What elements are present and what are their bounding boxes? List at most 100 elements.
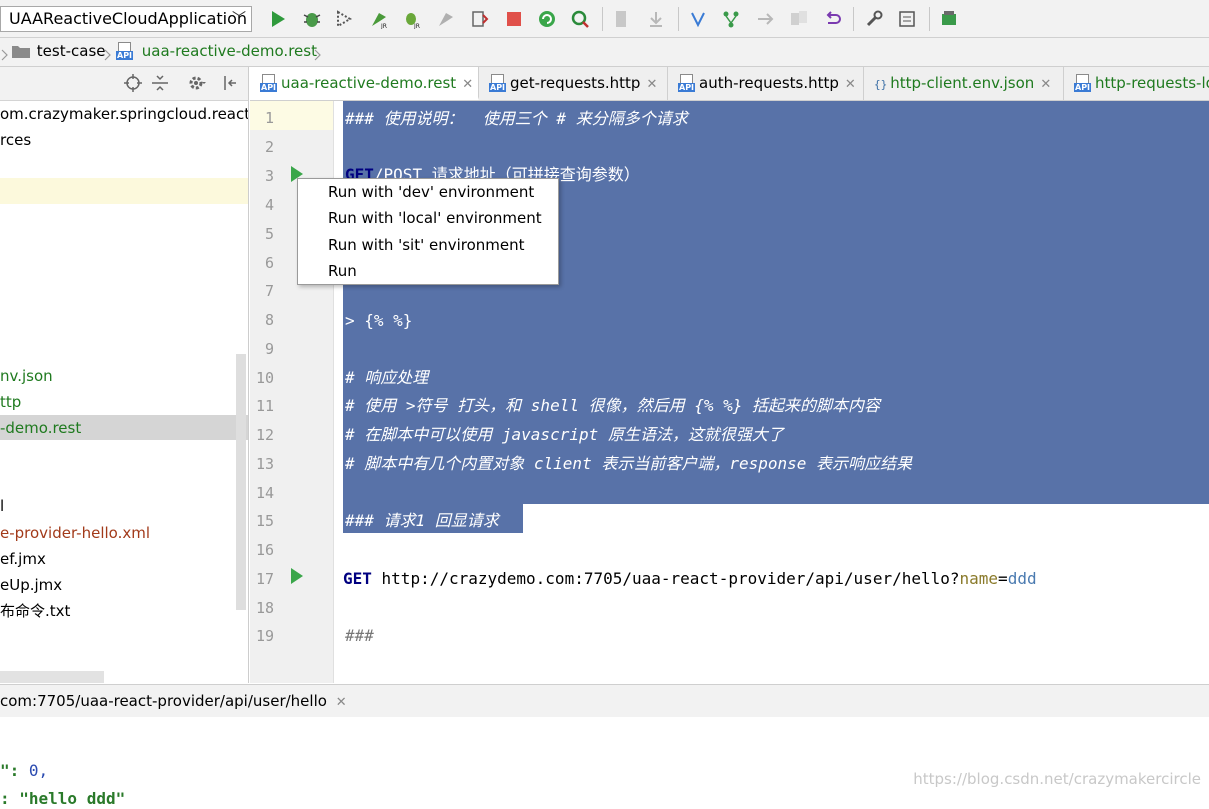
- tree-item-selected[interactable]: -demo.rest: [0, 415, 248, 441]
- revert-icon[interactable]: [822, 9, 842, 29]
- find-icon[interactable]: [570, 9, 590, 29]
- menu-item-run-dev[interactable]: Run with 'dev' environment: [328, 183, 534, 201]
- tree-item-label: e-provider-hello.xml: [0, 524, 150, 542]
- coverage-icon[interactable]: [334, 9, 354, 29]
- tree-item-label: l: [0, 497, 5, 515]
- run-icon[interactable]: [268, 9, 288, 29]
- vcs-push-icon[interactable]: [688, 9, 708, 29]
- tree-item[interactable]: eUp.jmx: [0, 572, 248, 598]
- chevron-right-icon: [103, 47, 113, 65]
- line-number: 7: [264, 282, 274, 300]
- tree-item[interactable]: e-provider-hello.xml: [0, 520, 248, 546]
- close-icon[interactable]: ✕: [1040, 77, 1051, 92]
- project-tool-window: om.crazymaker.springcloud.reactive rces …: [0, 67, 249, 683]
- code-line-13: # 脚本中有几个内置对象 client 表示当前客户端，response 表示响…: [345, 454, 913, 473]
- stop-icon[interactable]: [504, 9, 524, 29]
- line-number: 5: [264, 225, 274, 243]
- breadcrumb-rest-file[interactable]: API uaa-reactive-demo.rest: [114, 42, 317, 60]
- tab-http-client-env-json[interactable]: {} http-client.env.json ✕: [864, 67, 1064, 100]
- http-method: GET: [343, 569, 372, 588]
- settings-icon[interactable]: [864, 9, 884, 29]
- run-tab-bar: com:7705/uaa-react-provider/api/user/hel…: [0, 684, 1209, 718]
- line-number: 17: [255, 570, 274, 588]
- debug-icon[interactable]: [302, 9, 322, 29]
- tree-item-label: om.crazymaker.springcloud.reactive: [0, 105, 249, 123]
- run-configuration-select[interactable]: UAAReactiveCloudApplication ﹀: [0, 6, 252, 32]
- folder-icon: [12, 46, 30, 58]
- close-icon[interactable]: ✕: [336, 695, 347, 710]
- tab-http-requests-log[interactable]: API http-requests-lo: [1064, 67, 1209, 100]
- breadcrumb-test-case[interactable]: test-case: [12, 42, 105, 60]
- json-file-icon: {}: [874, 78, 888, 91]
- line-number: 3: [264, 167, 274, 185]
- vcs-merge-icon[interactable]: [755, 9, 775, 29]
- hide-panel-icon[interactable]: [222, 74, 240, 92]
- line-number: 19: [255, 627, 274, 645]
- run-tab-label: com:7705/uaa-react-provider/api/user/hel…: [0, 692, 327, 710]
- watermark: https://blog.csdn.net/crazymakercircle: [913, 770, 1201, 788]
- run-request-icon[interactable]: [291, 568, 303, 584]
- run-tab[interactable]: com:7705/uaa-react-provider/api/user/hel…: [0, 685, 347, 718]
- vcs-branch-icon[interactable]: [721, 9, 741, 29]
- tree-item[interactable]: nv.json: [0, 363, 248, 389]
- close-icon[interactable]: ✕: [646, 77, 657, 92]
- response-line: : "hello ddd": [0, 789, 126, 808]
- jrebel-debug-icon[interactable]: JR: [402, 9, 422, 29]
- line-number: 12: [255, 426, 274, 444]
- tree-item[interactable]: 布命令.txt: [0, 598, 248, 624]
- breadcrumb-label: test-case: [36, 42, 106, 60]
- current-row-highlight: [0, 178, 248, 204]
- menu-item-run[interactable]: Run: [328, 262, 357, 280]
- api-file-icon: API: [678, 74, 696, 92]
- run-config-label: UAAReactiveCloudApplication: [9, 9, 248, 28]
- line-number: 8: [264, 311, 274, 329]
- menu-item-run-sit[interactable]: Run with 'sit' environment: [328, 236, 525, 254]
- toolbar-separator: [853, 7, 854, 31]
- line-number: 14: [255, 484, 274, 502]
- line-number: 1: [264, 109, 274, 127]
- tree-item[interactable]: ef.jmx: [0, 546, 248, 572]
- line-number: 2: [264, 138, 274, 156]
- toolbar-separator: [602, 7, 603, 31]
- vcs-compare-icon[interactable]: [789, 9, 809, 29]
- api-file-icon: API: [1074, 74, 1092, 92]
- profile-icon[interactable]: [436, 9, 456, 29]
- chevron-right-icon: [313, 47, 323, 65]
- collapse-all-icon[interactable]: [152, 74, 168, 92]
- code-line-17: GET http://crazydemo.com:7705/uaa-react-…: [343, 569, 1037, 589]
- response-line: ": 0,: [0, 761, 48, 781]
- close-icon[interactable]: ✕: [462, 77, 473, 92]
- query-param-equals: =: [998, 569, 1008, 588]
- code-line-12: # 在脚本中可以使用 javascript 原生语法，这就很强大了: [345, 425, 784, 444]
- vcs-commit-icon[interactable]: [646, 9, 666, 29]
- reload-icon[interactable]: [537, 9, 557, 29]
- query-param-name: name: [959, 569, 999, 588]
- tab-auth-requests-http[interactable]: API auth-requests.http ✕: [668, 67, 864, 100]
- tree-item[interactable]: rces: [0, 127, 248, 153]
- request-url: http://crazydemo.com:7705/uaa-react-prov…: [371, 569, 960, 588]
- structure-icon[interactable]: [897, 9, 917, 29]
- locate-icon[interactable]: [124, 74, 142, 92]
- gear-icon[interactable]: [188, 74, 206, 92]
- tab-uaa-reactive-demo-rest[interactable]: API uaa-reactive-demo.rest ✕: [250, 67, 479, 100]
- tree-item[interactable]: l: [0, 493, 248, 519]
- tab-get-requests-http[interactable]: API get-requests.http ✕: [479, 67, 668, 100]
- svg-text:JR: JR: [413, 23, 420, 29]
- attach-icon[interactable]: [470, 9, 490, 29]
- line-number: 4: [264, 196, 274, 214]
- vcs-update-icon[interactable]: [612, 9, 632, 29]
- tree-item[interactable]: ttp: [0, 389, 248, 415]
- code-line-10: # 响应处理: [345, 368, 429, 387]
- tab-label: auth-requests.http: [699, 74, 839, 92]
- tree-item[interactable]: om.crazymaker.springcloud.reactive: [0, 101, 248, 127]
- close-icon[interactable]: ✕: [845, 77, 856, 92]
- line-number: 15: [255, 512, 274, 530]
- tree-item-label: -demo.rest: [0, 419, 82, 437]
- horizontal-scrollbar[interactable]: [0, 671, 104, 683]
- jrebel-run-icon[interactable]: JR: [369, 9, 389, 29]
- sdk-icon[interactable]: [939, 9, 959, 29]
- line-number: 6: [264, 254, 274, 272]
- menu-item-run-local[interactable]: Run with 'local' environment: [328, 209, 542, 227]
- tab-label: http-requests-lo: [1095, 74, 1209, 92]
- tree-item-label: rces: [0, 131, 32, 149]
